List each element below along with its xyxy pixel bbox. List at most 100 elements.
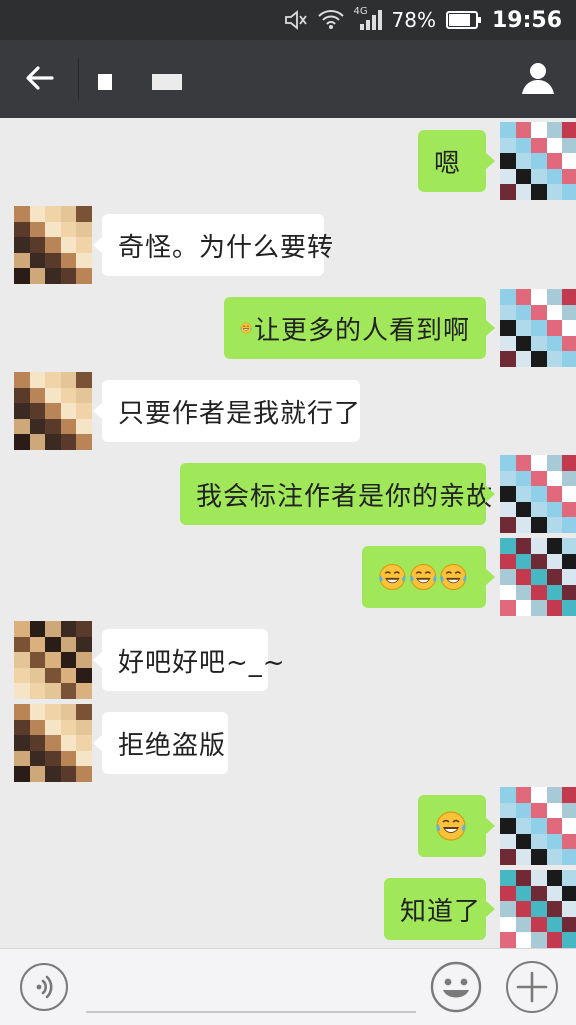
message-text: 奇怪。为什么要转 [118,232,335,263]
my-avatar[interactable] [500,787,576,865]
my-avatar[interactable] [500,289,576,367]
avatar-pixel [60,766,77,782]
voice-icon[interactable] [20,963,68,1011]
avatar-pixel [546,168,563,185]
avatar-pixel [14,434,30,450]
avatar-pixel [546,870,563,886]
avatar-pixel [546,833,563,850]
contact-avatar[interactable] [14,621,92,699]
plus-icon[interactable] [506,961,558,1013]
sent-message-bubble[interactable]: 嗯 [418,130,495,192]
chat-title [98,68,182,92]
avatar-pixel [29,621,46,637]
wifi-icon [317,10,344,30]
avatar-pixel [76,206,92,222]
message-list[interactable]: 嗯奇怪。为什么要转让更多的人看到啊只要作者是我就行了我会标注作者是你的亲故好吧好… [0,118,576,948]
avatar-pixel [562,553,576,570]
avatar-pixel [29,766,46,782]
smiley-icon[interactable] [430,961,482,1013]
sent-message-bubble[interactable] [362,546,495,608]
avatar-pixel [14,372,30,388]
sent-message-bubble[interactable] [418,795,495,857]
avatar-pixel [60,434,77,450]
arrow-left-icon[interactable] [22,60,58,96]
avatar-pixel [500,501,516,518]
avatar-pixel [515,137,532,154]
my-avatar[interactable] [500,455,576,533]
avatar-pixel [515,901,532,917]
avatar-pixel [14,750,30,767]
avatar-pixel [29,704,46,720]
received-message-bubble[interactable]: 只要作者是我就行了 [93,380,360,442]
avatar-pixel [14,636,30,653]
avatar-pixel [515,153,532,169]
avatar-pixel [531,802,547,819]
sent-message-bubble[interactable]: 知道了 [384,878,495,940]
avatar-pixel [500,153,516,169]
status-bar: 4G 78% 19:56 [0,0,576,40]
avatar-pixel [29,719,46,736]
avatar-pixel [515,885,532,902]
avatar-pixel [531,538,547,554]
avatar-pixel [45,621,61,637]
avatar-pixel [531,901,547,917]
avatar-pixel [531,849,547,865]
avatar-pixel [76,387,92,404]
message-input[interactable] [86,963,416,1013]
avatar-pixel [29,652,46,668]
avatar-pixel [500,569,516,585]
avatar-pixel [14,206,30,222]
avatar-pixel [45,434,61,450]
title-block-1 [98,74,112,90]
avatar-pixel [515,802,532,819]
avatar-pixel [45,735,61,751]
avatar-pixel [562,335,576,352]
message-text: 拒绝盗版 [118,730,227,761]
avatar-pixel [60,667,77,684]
avatar-pixel [500,470,516,487]
avatar-pixel [562,787,576,803]
received-message-bubble[interactable]: 好吧好吧~_~ [93,629,285,691]
avatar-pixel [562,833,576,850]
avatar-pixel [14,719,30,736]
avatar-pixel [500,486,516,502]
avatar-pixel [76,418,92,435]
message-row: 拒绝盗版 [0,704,576,784]
avatar-pixel [500,455,516,471]
avatar-pixel [562,184,576,200]
title-block-2 [152,74,182,90]
avatar-pixel [60,636,77,653]
my-avatar[interactable] [500,538,576,616]
avatar-pixel [531,787,547,803]
received-message-bubble[interactable]: 奇怪。为什么要转 [93,214,333,276]
avatar-pixel [531,818,547,834]
avatar-pixel [531,122,547,138]
avatar-pixel [29,750,46,767]
avatar-pixel [515,470,532,487]
sent-message-bubble[interactable]: 让更多的人看到啊 [224,297,495,359]
person-icon[interactable] [520,60,556,96]
avatar-pixel [531,455,547,471]
avatar-pixel [29,667,46,684]
avatar-pixel [546,802,563,819]
received-message-bubble[interactable]: 拒绝盗版 [93,712,228,774]
avatar-pixel [562,870,576,886]
my-avatar[interactable] [500,122,576,200]
avatar-pixel [500,351,516,367]
avatar-pixel [76,683,92,699]
contact-avatar[interactable] [14,372,92,450]
avatar-pixel [515,870,532,886]
sent-message-bubble[interactable]: 我会标注作者是你的亲故 [180,463,495,525]
battery-percent: 78% [391,8,436,32]
avatar-pixel [515,184,532,200]
contact-avatar[interactable] [14,206,92,284]
avatar-pixel [562,137,576,154]
avatar-pixel [500,137,516,154]
avatar-pixel [76,766,92,782]
my-avatar[interactable] [500,870,576,948]
avatar-pixel [60,206,77,222]
avatar-pixel [515,320,532,336]
contact-avatar[interactable] [14,704,92,782]
avatar-pixel [29,268,46,284]
avatar-pixel [76,268,92,284]
